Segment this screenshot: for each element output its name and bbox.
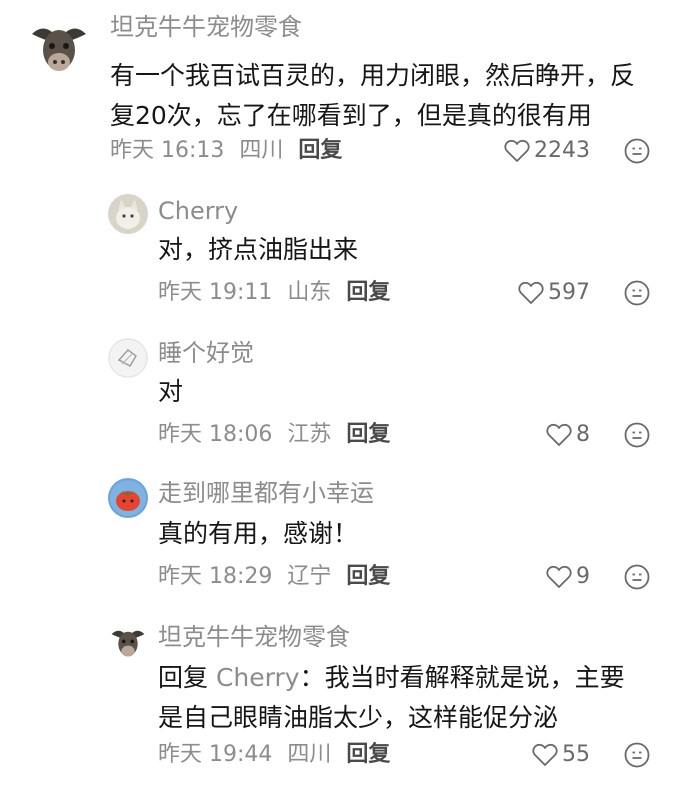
like-count: 597	[548, 280, 590, 305]
comment-meta: 昨天 18:06 江苏 回复	[158, 420, 390, 450]
comment-text-line: 回复 Cherry：我当时看解释就是说，主要	[158, 658, 625, 698]
reply-button[interactable]: 回复	[346, 422, 390, 447]
comment-item: 坦克牛牛宠物零食 有一个我百试百灵的，用力闭眼，然后睁开，反 复20次，忘了在哪…	[0, 0, 690, 180]
timestamp: 昨天 18:29	[158, 564, 273, 589]
reply-item: Cherry 对，挤点油脂出来 昨天 19:11 山东 回复 597	[0, 180, 690, 322]
heart-icon	[546, 565, 572, 588]
comment-meta: 昨天 19:11 山东 回复	[158, 278, 390, 308]
location: 四川	[287, 742, 332, 767]
location: 四川	[239, 138, 284, 163]
comment-text-line: 有一个我百试百灵的，用力闭眼，然后睁开，反	[110, 61, 636, 90]
comment-text-line: 对，挤点油脂出来	[158, 235, 359, 264]
location: 江苏	[287, 422, 332, 447]
comment-meta: 昨天 16:13 四川 回复	[110, 136, 342, 166]
smiley-icon	[624, 280, 650, 306]
heart-icon	[504, 139, 530, 162]
reply-button[interactable]: 回复	[346, 564, 390, 589]
heart-icon	[532, 743, 558, 766]
comment-text: 回复 Cherry：我当时看解释就是说，主要 是自己眼睛油脂太少，这样能促分泌	[158, 658, 625, 738]
like-button[interactable]: 55	[532, 740, 590, 770]
username[interactable]: 坦克牛牛宠物零食	[110, 12, 302, 42]
emoji-react-button[interactable]	[624, 138, 650, 164]
reply-prefix: 回复	[158, 663, 209, 692]
username[interactable]: 睡个好觉	[158, 338, 254, 368]
username[interactable]: Cherry	[158, 196, 238, 226]
comment-meta: 昨天 19:44 四川 回复	[158, 740, 390, 770]
emoji-react-button[interactable]	[624, 742, 650, 768]
emoji-react-button[interactable]	[624, 564, 650, 590]
location: 山东	[287, 280, 332, 305]
comment-text-line: 真的有用，感谢！	[158, 519, 359, 548]
username[interactable]: 坦克牛牛宠物零食	[158, 622, 350, 652]
comment-text-line: 对	[158, 377, 184, 406]
location: 辽宁	[287, 564, 332, 589]
username[interactable]: 走到哪里都有小幸运	[158, 478, 374, 508]
reply-button[interactable]: 回复	[346, 742, 390, 767]
timestamp: 昨天 18:06	[158, 422, 273, 447]
timestamp: 昨天 19:11	[158, 280, 273, 305]
like-count: 8	[576, 422, 590, 447]
timestamp: 昨天 19:44	[158, 742, 273, 767]
reply-button[interactable]: 回复	[298, 138, 342, 163]
comment-text-line: 是自己眼睛油脂太少，这样能促分泌	[158, 703, 559, 732]
emoji-react-button[interactable]	[624, 422, 650, 448]
emoji-react-button[interactable]	[624, 280, 650, 306]
buffalo-avatar[interactable]	[26, 14, 92, 80]
heart-icon	[518, 281, 544, 304]
sketch-avatar[interactable]	[108, 338, 148, 378]
comment-meta: 昨天 18:29 辽宁 回复	[158, 562, 390, 592]
like-count: 9	[576, 564, 590, 589]
like-count: 2243	[534, 138, 590, 163]
heart-icon	[546, 423, 572, 446]
like-button[interactable]: 2243	[504, 136, 590, 166]
cat-avatar[interactable]	[108, 194, 148, 234]
smiley-icon	[624, 742, 650, 768]
smiley-icon	[624, 564, 650, 590]
buffalo-avatar[interactable]	[108, 622, 148, 662]
mention-link[interactable]: Cherry	[216, 663, 300, 692]
comment-text-segment: ：我当时看解释就是说，主要	[299, 663, 625, 692]
like-button[interactable]: 597	[518, 278, 590, 308]
reply-button[interactable]: 回复	[346, 280, 390, 305]
like-button[interactable]: 9	[546, 562, 590, 592]
reply-item: 走到哪里都有小幸运 真的有用，感谢！ 昨天 18:29 辽宁 回复 9	[0, 464, 690, 606]
comment-text: 对	[158, 372, 183, 412]
reply-item: 坦克牛牛宠物零食 回复 Cherry：我当时看解释就是说，主要 是自己眼睛油脂太…	[0, 606, 690, 792]
timestamp: 昨天 16:13	[110, 138, 225, 163]
comment-text-line: 复20次，忘了在哪看到了，但是真的很有用	[110, 101, 592, 130]
comment-text: 对，挤点油脂出来	[158, 230, 358, 270]
like-button[interactable]: 8	[546, 420, 590, 450]
reply-item: 睡个好觉 对 昨天 18:06 江苏 回复 8	[0, 322, 690, 464]
tomato-avatar[interactable]	[108, 478, 148, 518]
comment-text: 有一个我百试百灵的，用力闭眼，然后睁开，反 复20次，忘了在哪看到了，但是真的很…	[110, 56, 635, 136]
smiley-icon	[624, 422, 650, 448]
smiley-icon	[624, 138, 650, 164]
like-count: 55	[562, 742, 590, 767]
comment-text: 真的有用，感谢！	[158, 514, 358, 554]
